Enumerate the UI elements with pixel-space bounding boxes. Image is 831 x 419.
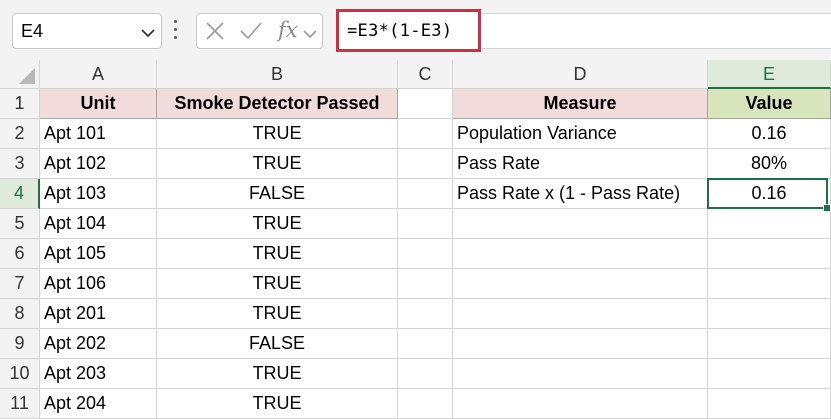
cell-c4[interactable] xyxy=(398,179,453,209)
cell-d8[interactable] xyxy=(453,299,708,329)
cell-a8[interactable]: Apt 201 xyxy=(40,299,157,329)
cell-a2[interactable]: Apt 101 xyxy=(40,119,157,149)
cell-c2[interactable] xyxy=(398,119,453,149)
column-header-a[interactable]: A xyxy=(40,60,157,89)
column-header-c[interactable]: C xyxy=(398,60,453,89)
cell-d3[interactable]: Pass Rate xyxy=(453,149,708,179)
column-header-b[interactable]: B xyxy=(157,60,398,89)
cell-d4[interactable]: Pass Rate x (1 - Pass Rate) xyxy=(453,179,708,209)
cell-b11[interactable]: TRUE xyxy=(157,389,398,419)
cell-b1[interactable]: Smoke Detector Passed xyxy=(157,89,398,119)
insert-function-icon[interactable]: fx xyxy=(278,18,298,42)
cell-b10[interactable]: TRUE xyxy=(157,359,398,389)
cell-a5[interactable]: Apt 104 xyxy=(40,209,157,239)
cell-d10[interactable] xyxy=(453,359,708,389)
cell-c10[interactable] xyxy=(398,359,453,389)
chevron-down-icon[interactable] xyxy=(141,25,155,43)
cell-e8[interactable] xyxy=(708,299,831,329)
enter-check-icon[interactable] xyxy=(239,21,263,46)
select-all-icon xyxy=(19,68,35,84)
cell-e1[interactable]: Value xyxy=(708,89,831,119)
row-header-5[interactable]: 5 xyxy=(0,209,40,239)
formula-text: =E3*(1-E3) xyxy=(347,21,453,41)
column-header-e[interactable]: E xyxy=(708,60,831,89)
formula-controls: fx xyxy=(196,13,323,49)
formula-bar: E4 fx =E3*(1-E3) xyxy=(0,0,831,60)
cancel-icon[interactable] xyxy=(205,21,225,46)
cell-e4[interactable]: 0.16 xyxy=(708,179,831,209)
row-header-10[interactable]: 10 xyxy=(0,359,40,389)
cell-d6[interactable] xyxy=(453,239,708,269)
cell-d2[interactable]: Population Variance xyxy=(453,119,708,149)
cell-a9[interactable]: Apt 202 xyxy=(40,329,157,359)
row-header-6[interactable]: 6 xyxy=(0,239,40,269)
row-header-1[interactable]: 1 xyxy=(0,89,40,119)
cell-a10[interactable]: Apt 203 xyxy=(40,359,157,389)
cell-e7[interactable] xyxy=(708,269,831,299)
cell-a7[interactable]: Apt 106 xyxy=(40,269,157,299)
cell-e10[interactable] xyxy=(708,359,831,389)
name-box[interactable]: E4 xyxy=(12,13,162,49)
cell-c8[interactable] xyxy=(398,299,453,329)
row-header-2[interactable]: 2 xyxy=(0,119,40,149)
row-header-7[interactable]: 7 xyxy=(0,269,40,299)
formula-input-extension[interactable] xyxy=(481,13,831,49)
cell-c1[interactable] xyxy=(398,89,453,119)
row-header-8[interactable]: 8 xyxy=(0,299,40,329)
more-options-icon[interactable] xyxy=(172,20,178,42)
cell-a6[interactable]: Apt 105 xyxy=(40,239,157,269)
cell-d11[interactable] xyxy=(453,389,708,419)
chevron-down-icon[interactable] xyxy=(303,26,317,44)
cell-a11[interactable]: Apt 204 xyxy=(40,389,157,419)
cell-c3[interactable] xyxy=(398,149,453,179)
cell-b5[interactable]: TRUE xyxy=(157,209,398,239)
formula-input[interactable]: =E3*(1-E3) xyxy=(336,9,481,52)
row-header-9[interactable]: 9 xyxy=(0,329,40,359)
cell-c6[interactable] xyxy=(398,239,453,269)
cell-d7[interactable] xyxy=(453,269,708,299)
cell-b6[interactable]: TRUE xyxy=(157,239,398,269)
cell-e5[interactable] xyxy=(708,209,831,239)
cell-e6[interactable] xyxy=(708,239,831,269)
cell-c11[interactable] xyxy=(398,389,453,419)
row-header-3[interactable]: 3 xyxy=(0,149,40,179)
column-header-d[interactable]: D xyxy=(453,60,708,89)
cell-d9[interactable] xyxy=(453,329,708,359)
cell-a4[interactable]: Apt 103 xyxy=(40,179,157,209)
cell-b2[interactable]: TRUE xyxy=(157,119,398,149)
cell-a3[interactable]: Apt 102 xyxy=(40,149,157,179)
cell-d5[interactable] xyxy=(453,209,708,239)
cell-b3[interactable]: TRUE xyxy=(157,149,398,179)
cell-b7[interactable]: TRUE xyxy=(157,269,398,299)
cell-c5[interactable] xyxy=(398,209,453,239)
cell-e2[interactable]: 0.16 xyxy=(708,119,831,149)
cell-e9[interactable] xyxy=(708,329,831,359)
name-box-value: E4 xyxy=(21,21,44,41)
cell-b8[interactable]: TRUE xyxy=(157,299,398,329)
fill-handle[interactable] xyxy=(823,204,831,212)
select-all-corner[interactable] xyxy=(0,60,40,89)
cell-c9[interactable] xyxy=(398,329,453,359)
cell-b4[interactable]: FALSE xyxy=(157,179,398,209)
row-header-4[interactable]: 4 xyxy=(0,179,40,209)
cell-c7[interactable] xyxy=(398,269,453,299)
row-header-11[interactable]: 11 xyxy=(0,389,40,419)
cell-e11[interactable] xyxy=(708,389,831,419)
cell-a1[interactable]: Unit xyxy=(40,89,157,119)
cell-d1[interactable]: Measure xyxy=(453,89,708,119)
cell-b9[interactable]: FALSE xyxy=(157,329,398,359)
cell-e3[interactable]: 80% xyxy=(708,149,831,179)
